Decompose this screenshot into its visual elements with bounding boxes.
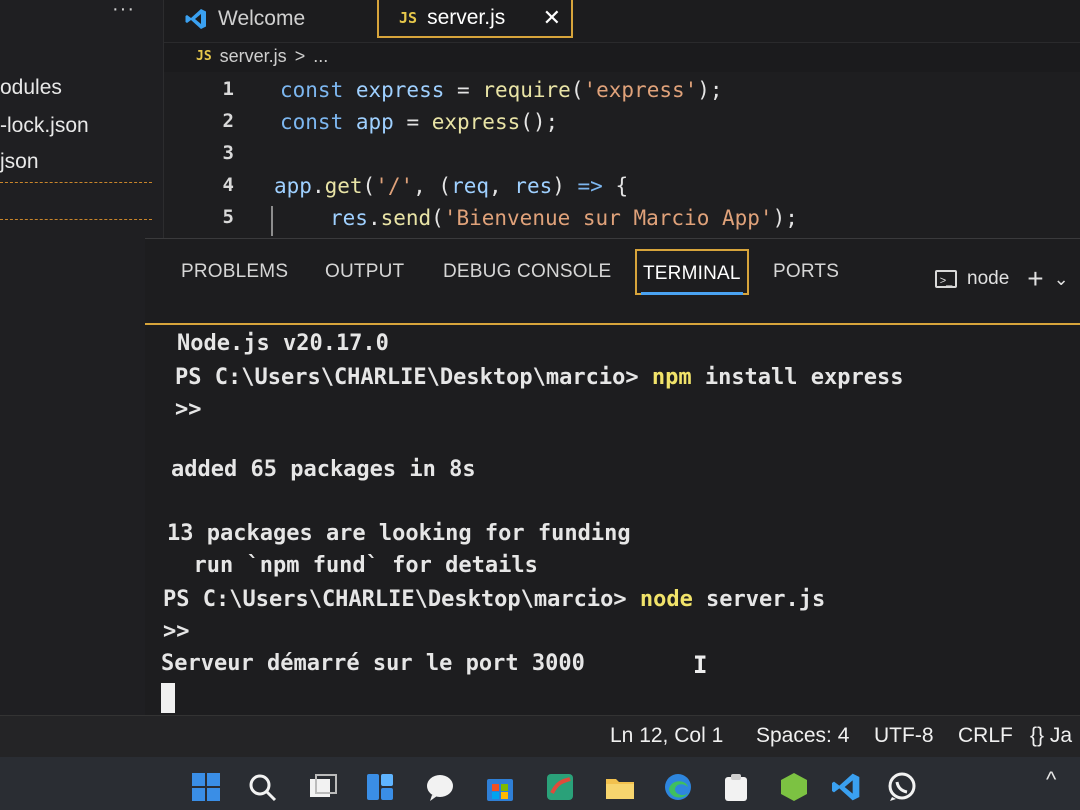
terminal-line: >>	[163, 619, 190, 644]
line-number: 5	[222, 206, 234, 228]
terminal-icon: >_	[935, 270, 957, 288]
status-bar: Ln 12, Col 1 Spaces: 4 UTF-8 CRLF {} Ja	[0, 715, 1080, 758]
line-number: 1	[222, 78, 234, 100]
terminal-actions: >_ node + ⌄	[935, 263, 1069, 295]
code-line: 2 const app = express();	[164, 110, 1080, 140]
vscode-taskbar-icon[interactable]	[830, 771, 862, 803]
code-line: 3	[164, 142, 1080, 172]
terminal-name[interactable]: node	[967, 268, 1009, 290]
explorer-item-node-modules[interactable]: odules	[0, 76, 62, 100]
breadcrumb: JS server.js > ...	[196, 46, 328, 67]
breadcrumb-file[interactable]: server.js	[220, 46, 287, 67]
widgets-icon[interactable]	[364, 771, 396, 803]
code-line: 4 app.get('/', (req, res) => {	[164, 174, 1080, 204]
terminal-line: added 65 packages in 8s	[171, 457, 476, 482]
status-encoding[interactable]: UTF-8	[874, 724, 934, 748]
explorer-more-icon[interactable]: ···	[112, 0, 135, 21]
edge-icon[interactable]	[662, 771, 694, 803]
chevron-down-icon[interactable]: ⌄	[1054, 269, 1069, 290]
terminal-line: >>	[175, 397, 202, 422]
status-language[interactable]: {} Ja	[1030, 724, 1072, 748]
terminal-line: Node.js v20.17.0	[177, 331, 389, 356]
chat-icon[interactable]	[424, 771, 456, 803]
code-text: app.get('/', (req, res) => {	[274, 174, 629, 198]
store-icon[interactable]	[484, 771, 516, 803]
breadcrumb-more[interactable]: ...	[313, 46, 328, 67]
terminal-line: 13 packages are looking for funding	[167, 521, 631, 546]
terminal-output[interactable]: Node.js v20.17.0 PS C:\Users\CHARLIE\Des…	[145, 325, 1080, 715]
tab-problems[interactable]: PROBLEMS	[181, 261, 288, 283]
node-icon[interactable]	[778, 771, 810, 803]
windows-taskbar: ^	[0, 757, 1080, 810]
tab-output[interactable]: OUTPUT	[325, 261, 404, 283]
mouse-ibeam-icon: I	[693, 651, 708, 679]
status-eol[interactable]: CRLF	[958, 724, 1013, 748]
search-icon[interactable]	[246, 771, 278, 803]
task-view-icon[interactable]	[306, 771, 338, 803]
tab-welcome[interactable]: Welcome	[184, 0, 305, 38]
code-line: 5 res.send('Bienvenue sur Marcio App');	[164, 206, 1080, 236]
windows-start-icon[interactable]	[190, 771, 222, 803]
code-text: const express = require('express');	[280, 78, 723, 102]
editor-tab-bar: Welcome JS server.js ✕	[164, 0, 1080, 43]
status-cursor-position[interactable]: Ln 12, Col 1	[610, 724, 723, 748]
code-text: const app = express();	[280, 110, 559, 134]
bottom-panel: PROBLEMS OUTPUT DEBUG CONSOLE TERMINAL P…	[145, 238, 1080, 716]
panel-tab-bar: PROBLEMS OUTPUT DEBUG CONSOLE TERMINAL P…	[145, 239, 1080, 325]
line-number: 4	[222, 174, 234, 196]
tab-server-js[interactable]: JS server.js ✕	[377, 0, 573, 38]
code-editor[interactable]: 1 const express = require('express'); 2 …	[164, 72, 1080, 240]
explorer-panel: ··· odules -lock.json json	[0, 0, 164, 715]
file-explorer-icon[interactable]	[604, 771, 636, 803]
status-indentation[interactable]: Spaces: 4	[756, 724, 849, 748]
terminal-cursor	[161, 683, 175, 713]
clipboard-icon[interactable]	[720, 771, 752, 803]
tab-ports[interactable]: PORTS	[773, 261, 839, 283]
whatsapp-icon[interactable]	[886, 771, 918, 803]
explorer-item-package-lock[interactable]: -lock.json	[0, 114, 89, 138]
code-text: res.send('Bienvenue sur Marcio App');	[330, 206, 798, 230]
tab-welcome-label: Welcome	[218, 7, 306, 30]
js-file-icon: JS	[399, 9, 418, 27]
line-number: 3	[222, 142, 234, 164]
tab-debug-console[interactable]: DEBUG CONSOLE	[443, 261, 611, 283]
vscode-icon	[184, 7, 208, 31]
add-terminal-icon[interactable]: +	[1027, 263, 1043, 295]
indent-guide	[271, 206, 273, 236]
js-file-icon: JS	[196, 49, 212, 64]
terminal-line: PS C:\Users\CHARLIE\Desktop\marcio> npm …	[175, 365, 904, 390]
line-number: 2	[222, 110, 234, 132]
winrar-icon[interactable]	[544, 771, 576, 803]
terminal-line: PS C:\Users\CHARLIE\Desktop\marcio> node…	[163, 587, 826, 612]
breadcrumb-separator: >	[294, 46, 306, 66]
explorer-selection	[0, 182, 152, 220]
close-icon[interactable]: ✕	[543, 5, 561, 31]
terminal-line: run `npm fund` for details	[167, 553, 538, 578]
tab-terminal[interactable]: TERMINAL	[635, 249, 749, 295]
system-tray-chevron-icon[interactable]: ^	[1046, 767, 1056, 793]
terminal-line: Serveur démarré sur le port 3000	[161, 651, 585, 676]
explorer-item-package-json[interactable]: json	[0, 150, 39, 174]
code-line: 1 const express = require('express');	[164, 78, 1080, 108]
tab-server-js-label: server.js	[427, 6, 506, 29]
